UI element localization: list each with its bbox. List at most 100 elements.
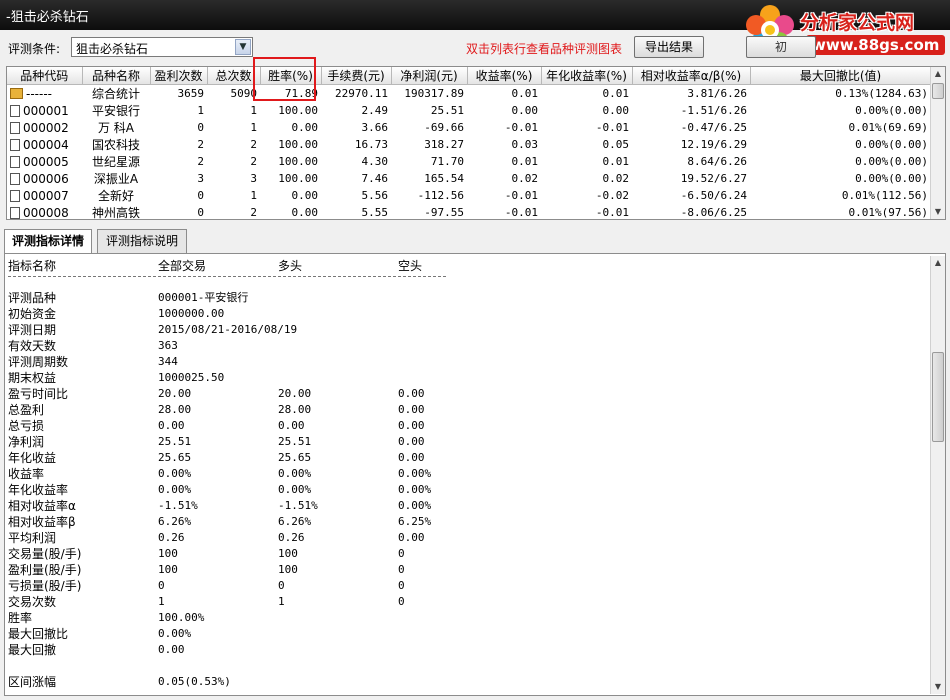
table-cell: 2 bbox=[250, 206, 257, 219]
col-header[interactable]: 胜率(%) bbox=[260, 67, 322, 85]
document-icon bbox=[10, 104, 20, 117]
table-cell: -6.50/6.24 bbox=[680, 189, 747, 202]
table-cell: 0.00 bbox=[291, 121, 319, 134]
stock-code: 000002 bbox=[23, 120, 69, 135]
table-row[interactable]: 000002 万 科A 0 1 0.00 3.66 -69.66 -0.01 -0.01 -0.4… bbox=[7, 119, 931, 136]
table-cell: 0.01 bbox=[602, 155, 630, 168]
stock-code: 000008 bbox=[23, 205, 69, 220]
metric-value: 0 bbox=[398, 563, 405, 576]
table-cell: -112.56 bbox=[417, 189, 464, 202]
metric-value: 0.00% bbox=[158, 467, 192, 480]
table-cell: 0.00%(0.00) bbox=[855, 172, 928, 185]
metric-value: 344 bbox=[158, 355, 178, 368]
metric-value: 363 bbox=[158, 339, 178, 352]
table-cell: 3 bbox=[250, 172, 257, 185]
col-header[interactable]: 收益率(%) bbox=[467, 67, 542, 85]
results-table: 品种代码 品种名称 盈利次数 总次数 胜率(%) 手续费(元) 净利润(元) 收… bbox=[7, 67, 932, 220]
metric-value: 0.00% bbox=[398, 483, 432, 496]
metric-name: 评测周期数 bbox=[8, 355, 69, 369]
metric-name: 净利润 bbox=[8, 435, 45, 449]
table-cell: -0.01 bbox=[504, 206, 538, 219]
col-header[interactable]: 品种名称 bbox=[82, 67, 151, 85]
table-cell: 综合统计 bbox=[91, 87, 140, 101]
table-row[interactable]: 000008 神州高铁 0 2 0.00 5.55 -97.55 -0.01 -0.01 -8.0… bbox=[7, 204, 931, 220]
col-header[interactable]: 相对收益率α/β(%) bbox=[632, 67, 751, 85]
table-cell: 0.00 bbox=[602, 104, 630, 117]
table-row[interactable]: 000005 世纪星源 2 2 100.00 4.30 71.70 0.01 0.01 8.64/… bbox=[7, 153, 931, 170]
folder-icon bbox=[10, 88, 23, 99]
table-cell: 12.19/6.29 bbox=[680, 138, 747, 151]
table-row[interactable]: ------ 综合统计 3659 5090 71.89 22970.11 190317.89… bbox=[7, 85, 931, 103]
grid-scroll-thumb[interactable] bbox=[932, 83, 944, 99]
metric-value: 20.00 bbox=[158, 387, 192, 400]
table-cell: -0.01 bbox=[504, 189, 538, 202]
col-header[interactable]: 净利润(元) bbox=[391, 67, 468, 85]
metric-name: 有效天数 bbox=[8, 339, 57, 353]
table-cell: 0.05 bbox=[602, 138, 630, 151]
table-row[interactable]: 000006 深振业A 3 3 100.00 7.46 165.54 0.02 0.02 19.5… bbox=[7, 170, 931, 187]
col-header[interactable]: 年化收益率(%) bbox=[541, 67, 633, 85]
table-cell: -0.02 bbox=[595, 189, 629, 202]
table-cell: 2 bbox=[197, 138, 204, 151]
metric-name: 亏损量(股/手) bbox=[8, 579, 82, 593]
scroll-down-icon[interactable]: ▼ bbox=[931, 680, 945, 694]
stock-code: 000001 bbox=[23, 103, 69, 118]
scroll-down-icon[interactable]: ▼ bbox=[931, 205, 945, 219]
table-cell: 190317.89 bbox=[404, 87, 464, 100]
table-cell: 0.01 bbox=[511, 155, 539, 168]
table-cell: 000008 bbox=[7, 204, 82, 220]
detail-scroll-thumb[interactable] bbox=[932, 352, 944, 442]
table-row[interactable]: 000004 国农科技 2 2 100.00 16.73 318.27 0.03 0.05 12.… bbox=[7, 136, 931, 153]
condition-select[interactable]: 狙击必杀钻石 ▼ bbox=[71, 37, 253, 57]
metric-value: 100 bbox=[158, 563, 178, 576]
metric-name: 相对收益率β bbox=[8, 515, 76, 529]
table-cell: 1 bbox=[197, 104, 204, 117]
toolbar: 评测条件: 狙击必杀钻石 ▼ 双击列表行查看品种评测图表 导出结果 初 bbox=[0, 30, 950, 66]
tab-description[interactable]: 评测指标说明 bbox=[97, 229, 187, 253]
detail-scrollbar[interactable]: ▲ ▼ bbox=[930, 256, 945, 694]
metric-name: 盈亏时间比 bbox=[8, 387, 69, 401]
col-header[interactable]: 最大回撤比(值) bbox=[750, 67, 932, 85]
table-cell: 2.49 bbox=[361, 104, 389, 117]
table-cell: 0.00%(0.00) bbox=[855, 138, 928, 151]
results-grid: 品种代码 品种名称 盈利次数 总次数 胜率(%) 手续费(元) 净利润(元) 收… bbox=[6, 66, 946, 220]
metric-name: 区间涨幅 bbox=[8, 675, 57, 689]
table-cell: 100.00 bbox=[278, 138, 318, 151]
table-cell: 16.73 bbox=[354, 138, 388, 151]
table-cell: 0.00 bbox=[291, 206, 319, 219]
metric-value: 0.00 bbox=[158, 643, 185, 656]
metric-name: 期末权益 bbox=[8, 371, 57, 385]
metric-value: 0 bbox=[278, 579, 285, 592]
scroll-up-icon[interactable]: ▲ bbox=[931, 67, 945, 81]
table-row[interactable]: 000007 全新好 0 1 0.00 5.56 -112.56 -0.01 -0.02 -6.5… bbox=[7, 187, 931, 204]
table-cell: 000001 bbox=[7, 102, 82, 119]
document-icon bbox=[10, 155, 20, 168]
table-cell: 3.81/6.26 bbox=[687, 87, 747, 100]
grid-scrollbar[interactable]: ▲ ▼ bbox=[930, 67, 945, 219]
metric-value: 0.00 bbox=[398, 387, 425, 400]
table-cell: 平安银行 bbox=[91, 104, 140, 118]
table-cell: 71.89 bbox=[284, 87, 318, 100]
partially-hidden-button[interactable]: 初 bbox=[746, 36, 816, 58]
metric-name: 盈利量(股/手) bbox=[8, 563, 82, 577]
metric-value: 0.00% bbox=[278, 467, 312, 480]
tab-detail[interactable]: 评测指标详情 bbox=[4, 229, 92, 254]
metric-value: 0 bbox=[398, 579, 405, 592]
export-results-button[interactable]: 导出结果 bbox=[634, 36, 704, 58]
metric-value: 0.00% bbox=[158, 483, 192, 496]
col-header[interactable]: 总次数 bbox=[207, 67, 261, 85]
col-header[interactable]: 盈利次数 bbox=[150, 67, 208, 85]
code-cell: 000006 bbox=[10, 172, 79, 186]
metric-value: 100.00% bbox=[158, 611, 205, 624]
col-header[interactable]: 品种代码 bbox=[7, 67, 83, 85]
metric-value: 0.00% bbox=[158, 627, 192, 640]
code-cell: ------ bbox=[10, 87, 79, 101]
chevron-down-icon[interactable]: ▼ bbox=[235, 39, 251, 55]
metric-value: 0.26 bbox=[158, 531, 185, 544]
table-cell: 3 bbox=[197, 172, 204, 185]
table-cell: 0.01%(69.69) bbox=[848, 121, 928, 134]
metric-name: 总盈利 bbox=[8, 403, 45, 417]
table-row[interactable]: 000001 平安银行 1 1 100.00 2.49 25.51 0.00 0.00 -1.51… bbox=[7, 102, 931, 119]
col-header[interactable]: 手续费(元) bbox=[321, 67, 392, 85]
scroll-up-icon[interactable]: ▲ bbox=[931, 256, 945, 270]
